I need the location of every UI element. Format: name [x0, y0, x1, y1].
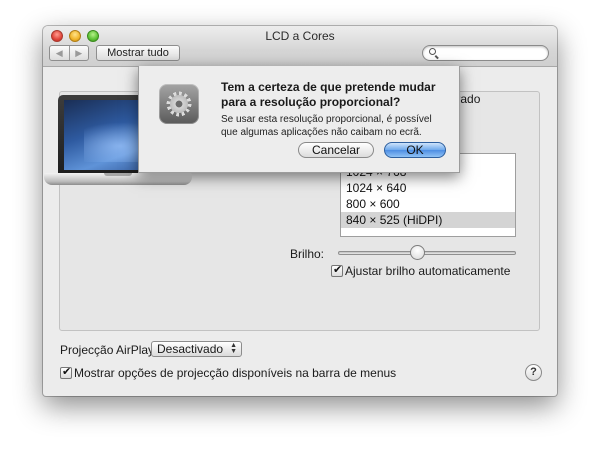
nav-segmented-control: ◀ ▶ — [49, 45, 89, 61]
airplay-label: Projecção AirPlay: — [60, 343, 158, 357]
window-title: LCD a Cores — [265, 29, 335, 43]
brightness-label: Brilho: — [290, 247, 325, 261]
brightness-slider-thumb[interactable] — [410, 245, 425, 260]
ok-button[interactable]: OK — [384, 142, 446, 158]
menubar-options-label: Mostrar opções de projecção disponíveis … — [74, 366, 397, 380]
laptop-notch — [104, 173, 132, 176]
system-preferences-icon — [159, 84, 199, 124]
cancel-button[interactable]: Cancelar — [298, 142, 374, 158]
title-bar: LCD a Cores ◀ ▶ Mostrar tudo — [43, 26, 557, 67]
airplay-select[interactable]: Desactivado ▲ ▼ — [151, 341, 242, 357]
back-button[interactable]: ◀ — [50, 46, 69, 60]
resolution-item[interactable]: 800 × 600 — [341, 196, 515, 212]
search-icon — [429, 48, 436, 55]
airplay-select-value: Desactivado — [157, 342, 224, 356]
menubar-options-checkbox[interactable] — [60, 365, 72, 379]
auto-brightness-checkbox[interactable] — [331, 263, 343, 277]
resolution-item-selected[interactable]: 840 × 525 (HiDPI) — [341, 212, 515, 228]
resolution-item[interactable]: 1024 × 640 — [341, 180, 515, 196]
show-all-button[interactable]: Mostrar tudo — [96, 45, 180, 61]
gear-core — [170, 95, 188, 113]
forward-button[interactable]: ▶ — [68, 46, 89, 60]
brightness-slider-track[interactable] — [338, 251, 516, 255]
help-button[interactable]: ? — [525, 364, 542, 381]
sheet-message: Se usar esta resolução proporcional, é p… — [221, 114, 432, 138]
search-field[interactable] — [422, 45, 549, 61]
auto-brightness-label: Ajustar brilho automaticamente — [345, 264, 511, 278]
select-arrows-icon: ▲ ▼ — [230, 342, 237, 355]
sheet-title: Tem a certeza de que pretende mudar para… — [221, 80, 436, 109]
